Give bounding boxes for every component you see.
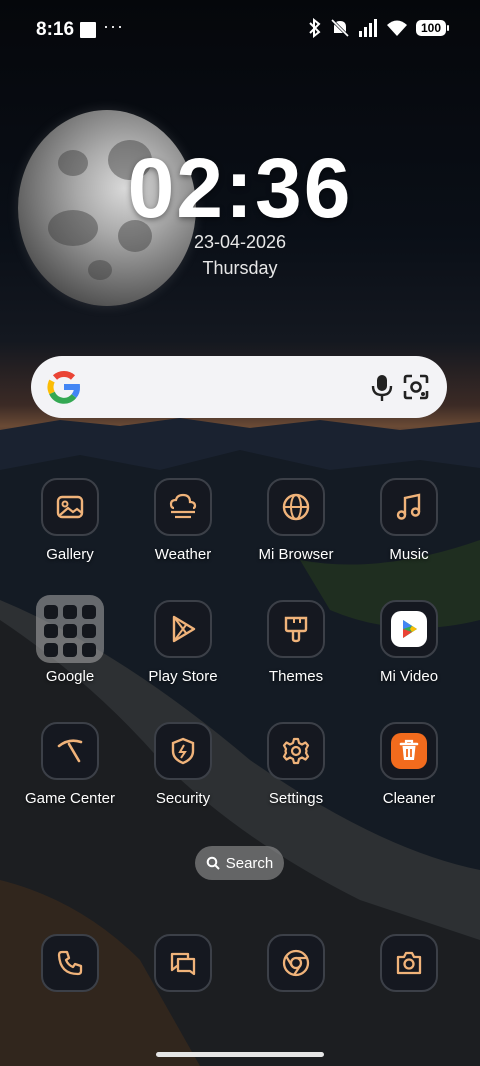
app-mi-browser[interactable]: Mi Browser xyxy=(241,478,351,563)
app-music[interactable]: Music xyxy=(354,478,464,563)
app-gallery[interactable]: Gallery xyxy=(15,478,125,563)
globe-icon xyxy=(282,493,310,521)
mi-video-icon xyxy=(391,611,427,647)
chrome-icon xyxy=(282,949,310,977)
wifi-icon xyxy=(387,20,407,36)
themes-brush-icon xyxy=(284,616,308,643)
app-mi-video[interactable]: Mi Video xyxy=(354,600,464,685)
app-label: Gallery xyxy=(46,546,94,563)
home-search-label: Search xyxy=(225,854,274,872)
weather-icon xyxy=(169,493,197,519)
cleaner-trash-icon xyxy=(391,733,427,769)
google-search-bar[interactable] xyxy=(31,356,447,418)
phone-icon xyxy=(57,950,83,976)
more-notifications-icon: ··· xyxy=(103,16,124,36)
mute-icon xyxy=(330,18,350,38)
app-label: Settings xyxy=(268,790,324,807)
camera-icon xyxy=(396,951,422,975)
app-label: Google xyxy=(45,668,95,685)
app-label: Music xyxy=(389,546,429,563)
clock-date: 23-04-2026 xyxy=(193,232,287,252)
google-folder xyxy=(36,595,104,663)
battery-level: 100 xyxy=(420,21,442,35)
app-label: Themes xyxy=(268,668,324,685)
battery-icon: 100 xyxy=(416,20,449,36)
status-bar: 8:16 ··· 100 xyxy=(0,0,480,60)
app-security[interactable]: Security xyxy=(128,722,238,807)
music-icon xyxy=(396,493,421,520)
gallery-icon xyxy=(56,495,84,519)
app-label: Mi Browser xyxy=(258,546,334,563)
dock-messages[interactable] xyxy=(128,934,238,992)
app-play-store[interactable]: Play Store xyxy=(128,600,238,685)
dock-phone[interactable] xyxy=(15,934,125,992)
app-label: Play Store xyxy=(148,668,218,685)
play-store-icon xyxy=(172,615,196,643)
app-cleaner[interactable]: Cleaner xyxy=(354,722,464,807)
bluetooth-icon xyxy=(309,18,321,38)
app-label: Cleaner xyxy=(382,790,436,807)
notification-square-icon xyxy=(80,22,96,38)
app-game-center[interactable]: Game Center xyxy=(15,722,125,807)
status-time: 8:16 xyxy=(36,19,75,40)
app-label: Weather xyxy=(154,546,212,563)
app-weather[interactable]: Weather xyxy=(128,478,238,563)
google-g-icon xyxy=(47,371,80,404)
folder-google[interactable]: Google xyxy=(15,595,125,685)
mic-icon[interactable] xyxy=(371,374,393,402)
security-shield-icon xyxy=(171,737,195,765)
clock-time[interactable]: 02:36 xyxy=(0,140,480,237)
gesture-nav-bar[interactable] xyxy=(156,1052,324,1057)
clock-day: Thursday xyxy=(202,258,278,278)
dock-camera[interactable] xyxy=(354,934,464,992)
messages-icon xyxy=(170,952,196,976)
search-icon xyxy=(206,856,220,870)
lens-icon[interactable] xyxy=(403,374,429,400)
app-themes[interactable]: Themes xyxy=(241,600,351,685)
app-label: Security xyxy=(155,790,211,807)
app-settings[interactable]: Settings xyxy=(241,722,351,807)
gear-icon xyxy=(282,737,310,765)
home-search-button[interactable]: Search xyxy=(195,846,284,880)
game-center-icon xyxy=(57,739,83,763)
signal-icon xyxy=(359,19,377,37)
app-label: Game Center xyxy=(24,790,116,807)
app-label: Mi Video xyxy=(379,668,439,685)
dock-chrome[interactable] xyxy=(241,934,351,992)
